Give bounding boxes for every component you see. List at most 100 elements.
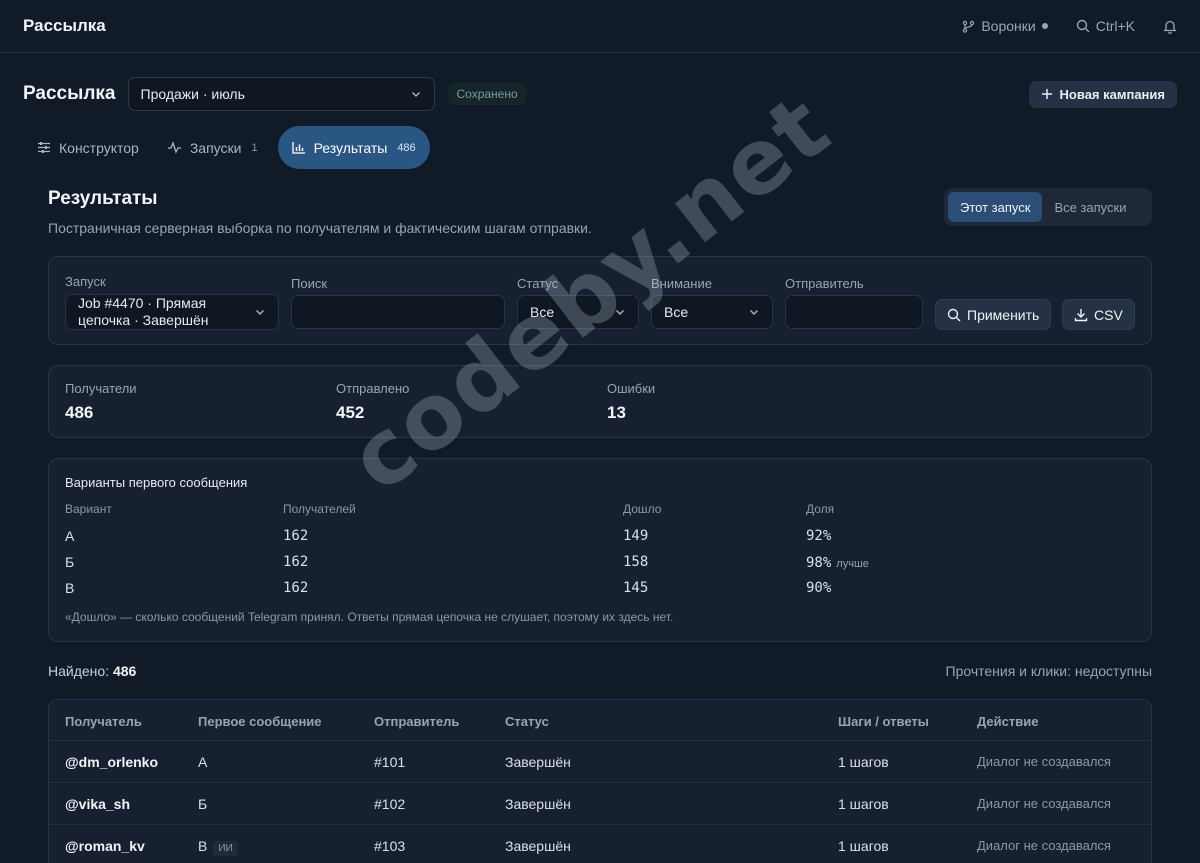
tab-results-label: Результаты: [313, 139, 388, 156]
tabs: Конструктор Запуски 1 Результаты 486: [23, 126, 430, 169]
variants-panel: Варианты первого сообщения Вариант Получ…: [48, 458, 1152, 642]
variant-delivered: 145: [623, 580, 649, 596]
stat-errors: Ошибки 13: [607, 381, 655, 423]
sender-label: Отправитель: [785, 276, 864, 291]
better-tag: лучше: [836, 558, 869, 570]
sender-cell: #102: [374, 796, 406, 812]
stats-panel: Получатели 486 Отправлено 452 Ошибки 13: [48, 365, 1152, 438]
stat-recipients: Получатели 486: [65, 381, 137, 423]
reads-clicks-status: Прочтения и клики: недоступны: [945, 663, 1153, 679]
table-row[interactable]: @vika_sh Б #102 Завершён 1 шагов Диалог …: [49, 782, 1151, 824]
column-header[interactable]: Шаги / ответы: [838, 714, 929, 729]
found-count: Найдено: 486: [48, 663, 136, 679]
scope-this-run[interactable]: Этот запуск: [948, 192, 1043, 222]
variant-share: 92%: [806, 528, 832, 544]
csv-button[interactable]: CSV: [1062, 299, 1135, 330]
variants-note: «Дошло» — сколько сообщений Telegram при…: [65, 610, 674, 624]
status-cell: Завершён: [505, 838, 571, 854]
tab-runs-count: 1: [251, 141, 258, 154]
action-cell: Диалог не создавался: [977, 796, 1111, 811]
column-header[interactable]: Первое сообщение: [198, 714, 322, 729]
scope-toggle: Этот запуск Все запуски: [944, 188, 1152, 226]
page-header: Рассылка Продажи · июль Сохранено Новая …: [23, 77, 1177, 111]
stat-value: 13: [607, 403, 626, 422]
search-icon: [1076, 19, 1090, 33]
sender-cell: #103: [374, 838, 406, 854]
column-header[interactable]: Действие: [977, 714, 1038, 729]
sliders-icon: [37, 141, 51, 154]
table-row[interactable]: @dm_orlenko А #101 Завершён 1 шагов Диал…: [49, 740, 1151, 782]
variant-delivered: 149: [623, 528, 649, 544]
apply-button[interactable]: Применить: [935, 299, 1052, 330]
attention-select[interactable]: Все: [651, 295, 773, 329]
bar-chart-icon: [291, 141, 306, 154]
column-header[interactable]: Получатель: [65, 714, 142, 729]
variant-name: Б: [65, 554, 75, 570]
tab-runs-label: Запуски: [189, 139, 242, 156]
campaign-select[interactable]: Продажи · июль: [127, 77, 435, 111]
recipient-cell[interactable]: @dm_orlenko: [65, 754, 158, 770]
recipient-cell[interactable]: @vika_sh: [65, 796, 130, 812]
variants-header-recipients: Получателей: [283, 502, 356, 516]
tab-constructor[interactable]: Конструктор: [23, 126, 153, 169]
chevron-down-icon: [254, 306, 266, 318]
chevron-down-icon: [748, 306, 760, 318]
found-value: 486: [112, 663, 137, 679]
search-icon: [947, 308, 961, 322]
variants-title: Варианты первого сообщения: [65, 475, 248, 490]
stat-value: 486: [65, 403, 94, 422]
run-label: Запуск: [65, 274, 106, 289]
run-value-line1: Job #4470 · Прямая: [78, 295, 207, 311]
sender-cell: #101: [374, 754, 406, 770]
csv-label: CSV: [1094, 306, 1123, 323]
column-header[interactable]: Статус: [505, 714, 549, 729]
variant-delivered: 158: [623, 554, 649, 570]
top-bar: Рассылка Воронки Ctrl+K: [0, 0, 1200, 53]
campaign-value: Продажи · июль: [140, 86, 245, 102]
variants-header-share: Доля: [806, 502, 835, 516]
variant-share-cell: 98% лучше: [806, 554, 869, 571]
funnels-link[interactable]: Воронки: [962, 18, 1048, 34]
tab-results[interactable]: Результаты 486: [277, 126, 430, 169]
run-select[interactable]: Job #4470 · Прямая цепочка · Завершён: [65, 294, 279, 330]
column-header[interactable]: Отправитель: [374, 714, 459, 729]
app-brand: Рассылка: [23, 16, 106, 35]
tab-constructor-label: Конструктор: [59, 139, 139, 156]
stat-label: Ошибки: [607, 381, 656, 396]
run-value-line2: цепочка · Завершён: [78, 312, 209, 328]
apply-label: Применить: [967, 306, 1040, 323]
action-cell: Диалог не создавался: [977, 838, 1111, 853]
search-label: Поиск: [291, 276, 328, 291]
first-message-cell: В ИИ: [198, 838, 238, 856]
bell-icon: [1163, 19, 1177, 34]
command-search[interactable]: Ctrl+K: [1076, 18, 1135, 34]
steps-cell: 1 шагов: [838, 838, 889, 854]
table-row[interactable]: @roman_kv В ИИ #103 Завершён 1 шагов Диал…: [49, 824, 1151, 863]
variant-name: А: [65, 528, 75, 544]
variant-name: В: [65, 580, 75, 596]
variant-recipients: 162: [283, 580, 309, 596]
saved-badge: Сохранено: [447, 83, 527, 105]
tab-runs[interactable]: Запуски 1: [153, 126, 272, 169]
stat-label: Получатели: [65, 381, 137, 396]
attention-value: Все: [664, 304, 689, 320]
new-campaign-button[interactable]: Новая кампания: [1028, 80, 1177, 108]
recipient-cell[interactable]: @roman_kv: [65, 838, 145, 854]
variant-share: 98%: [806, 555, 832, 571]
page-title: Рассылка: [23, 83, 116, 104]
variant-recipients: 162: [283, 554, 309, 570]
sender-input[interactable]: [785, 295, 923, 329]
scope-all-runs[interactable]: Все запуски: [1042, 192, 1138, 222]
download-icon: [1074, 308, 1088, 322]
tab-results-count: 486: [397, 141, 416, 154]
notifications-button[interactable]: [1163, 19, 1177, 34]
variant-share: 90%: [806, 580, 832, 596]
status-dot: [1041, 23, 1048, 29]
variants-header-delivered: Дошло: [623, 502, 662, 516]
plus-icon: [1041, 88, 1053, 100]
variant-recipients: 162: [283, 528, 309, 544]
action-cell: Диалог не создавался: [977, 754, 1111, 769]
steps-cell: 1 шагов: [838, 754, 889, 770]
status-cell: Завершён: [505, 796, 571, 812]
funnels-label: Воронки: [981, 18, 1036, 34]
